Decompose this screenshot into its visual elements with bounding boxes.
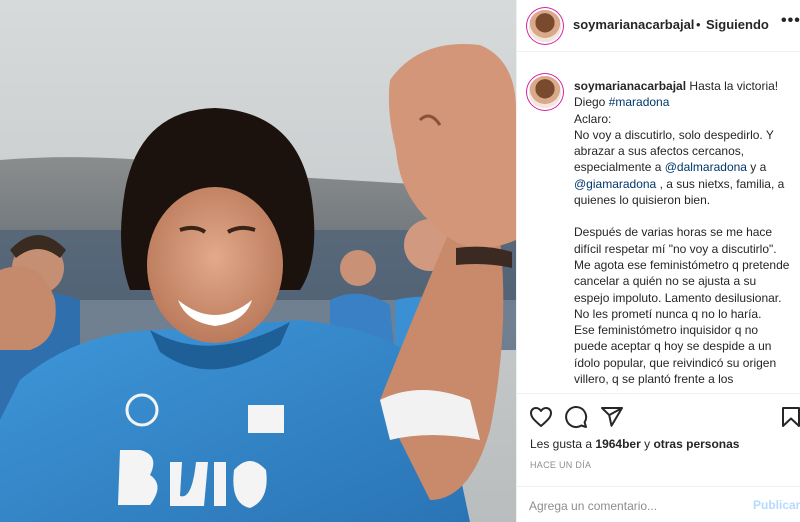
- post-comment-button[interactable]: Publicar: [753, 498, 800, 512]
- caption-paragraph-1b: y a: [746, 160, 767, 175]
- caption-line-3: Aclaro:: [574, 111, 612, 126]
- post-actions: Les gusta a 1964ber y otras personas HAC…: [517, 393, 800, 522]
- post-header: soymarianacarbajal • Siguiendo •••: [517, 0, 800, 52]
- avatar[interactable]: [529, 10, 561, 42]
- more-options-icon[interactable]: •••: [781, 12, 800, 30]
- following-button[interactable]: Siguiendo: [706, 17, 769, 32]
- photo-illustration: [0, 0, 516, 522]
- caption-area: soymarianacarbajal Hasta la victoria! Di…: [517, 53, 800, 392]
- caption-paragraph-2: Después de varias horas se me hace difíc…: [574, 225, 790, 321]
- likes-summary: Les gusta a 1964ber y otras personas: [530, 437, 739, 451]
- caption-text: soymarianacarbajal Hasta la victoria! Di…: [574, 78, 792, 387]
- share-icon[interactable]: [600, 405, 624, 429]
- post-photo[interactable]: [0, 0, 516, 522]
- likes-prefix: Les gusta a: [530, 437, 596, 451]
- caption-paragraph-3: Ese feministómetro inquisidor q no puede…: [574, 323, 777, 387]
- post-side-panel: soymarianacarbajal • Siguiendo ••• soyma…: [516, 0, 800, 522]
- post-timestamp[interactable]: HACE UN DÍA: [530, 460, 591, 470]
- header-username-link[interactable]: soymarianacarbajal: [573, 17, 694, 32]
- comment-box: Publicar: [517, 486, 800, 522]
- header-separator: •: [696, 17, 701, 32]
- caption-line-2: Diego: [574, 95, 609, 110]
- caption-avatar[interactable]: [529, 76, 561, 108]
- likes-others-link[interactable]: otras personas: [653, 437, 739, 451]
- likes-middle: y: [640, 437, 654, 451]
- caption-username-link[interactable]: soymarianacarbajal: [574, 79, 686, 93]
- mention-link-2[interactable]: @giamaradona: [574, 177, 656, 191]
- caption-line-1: Hasta la victoria!: [689, 79, 779, 93]
- likes-user-link[interactable]: 1964ber: [595, 437, 640, 451]
- hashtag-link[interactable]: #maradona: [609, 95, 670, 109]
- comment-icon[interactable]: [564, 405, 588, 429]
- heart-icon[interactable]: [529, 405, 553, 429]
- mention-link-1[interactable]: @dalmaradona: [665, 160, 747, 174]
- bookmark-icon[interactable]: [779, 405, 800, 429]
- comment-input[interactable]: [529, 497, 739, 515]
